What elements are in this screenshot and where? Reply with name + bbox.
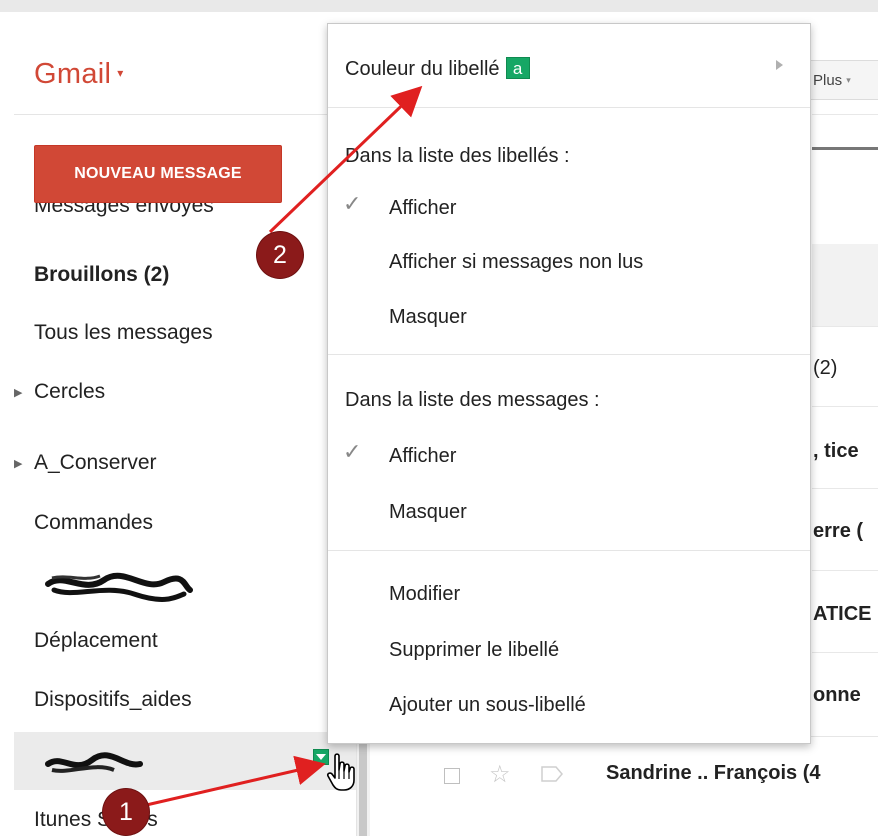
label-options-menu: Couleur du libellé a Dans la liste des li… [327, 23, 811, 744]
top-strip [0, 0, 878, 12]
sidebar-item-a-conserver[interactable]: A_Conserver [34, 448, 157, 478]
list-item-fragment[interactable]: , tice [813, 440, 859, 463]
row-divider [812, 652, 878, 653]
row-sender: Sandrine .. François (4 [606, 762, 821, 784]
sidebar-item-all-mail[interactable]: Tous les messages [34, 318, 213, 348]
row-divider [812, 406, 878, 407]
tab-indicator [812, 147, 878, 150]
checkmark-icon: ✓ [343, 439, 362, 464]
tag-icon[interactable] [541, 766, 563, 782]
color-swatch: a [505, 57, 530, 79]
menu-item-show-if-unread[interactable]: Afficher si messages non lus [389, 248, 643, 276]
list-item-fragment[interactable]: onne [813, 684, 861, 707]
header-divider [14, 114, 370, 115]
annotation-badge-2: 2 [257, 232, 303, 278]
menu-item-show-in-messages[interactable]: Afficher [389, 442, 456, 470]
menu-item-add-sublabel[interactable]: Ajouter un sous-libellé [389, 691, 586, 719]
sidebar-item-sent[interactable]: Messages envoyés [34, 203, 304, 227]
sidebar-item-drafts[interactable]: Brouillons (2) [34, 260, 169, 290]
sidebar-item-circles[interactable]: Cercles [34, 377, 105, 407]
list-item-fragment[interactable]: (2) [813, 357, 837, 380]
list-header-band [812, 244, 878, 326]
annotation-badge-1: 1 [103, 789, 149, 835]
list-item-fragment[interactable]: erre ( [813, 520, 863, 543]
expand-arrow-icon[interactable]: ▶ [14, 457, 22, 470]
submenu-arrow-icon [776, 60, 783, 70]
redacted-label-scribble [45, 752, 143, 773]
menu-item-hide-in-messages[interactable]: Masquer [389, 498, 467, 526]
menu-divider [328, 354, 810, 355]
row-divider [812, 488, 878, 489]
menu-divider [328, 107, 810, 108]
menu-item-hide[interactable]: Masquer [389, 303, 467, 331]
expand-arrow-icon[interactable]: ▶ [14, 386, 22, 399]
menu-item-show[interactable]: Afficher [389, 194, 456, 222]
row-divider [812, 570, 878, 571]
sidebar-item-deplacement[interactable]: Déplacement [34, 626, 158, 656]
sidebar-item-commandes[interactable]: Commandes [34, 508, 153, 538]
list-item-fragment[interactable]: ATICE [813, 603, 872, 626]
toolbar-divider [812, 114, 878, 115]
menu-item-edit[interactable]: Modifier [389, 580, 460, 608]
redacted-label-scribble [45, 572, 193, 602]
star-icon[interactable]: ☆ [489, 760, 511, 789]
more-caret-icon: ▾ [846, 74, 851, 85]
checkmark-icon: ✓ [343, 191, 362, 216]
compose-button[interactable]: NOUVEAU MESSAGE [34, 145, 282, 203]
row-checkbox[interactable] [444, 768, 460, 784]
menu-item-delete-label[interactable]: Supprimer le libellé [389, 636, 559, 664]
row-divider [812, 326, 878, 327]
menu-section-messages-list: Dans la liste des messages : [345, 389, 600, 411]
gmail-logo-text: Gmail [34, 58, 112, 90]
menu-item-label-color[interactable]: Couleur du libellé a [345, 55, 530, 83]
gmail-logo[interactable]: Gmail ▾ [34, 58, 124, 91]
logo-caret-icon: ▾ [117, 66, 124, 80]
more-button[interactable]: Plus ▾ [800, 60, 878, 100]
menu-section-labels-list: Dans la liste des libellés : [345, 145, 570, 167]
menu-divider [328, 550, 810, 551]
hand-cursor-icon [327, 753, 355, 791]
sidebar-item-dispositifs-aides[interactable]: Dispositifs_aides [34, 685, 192, 715]
